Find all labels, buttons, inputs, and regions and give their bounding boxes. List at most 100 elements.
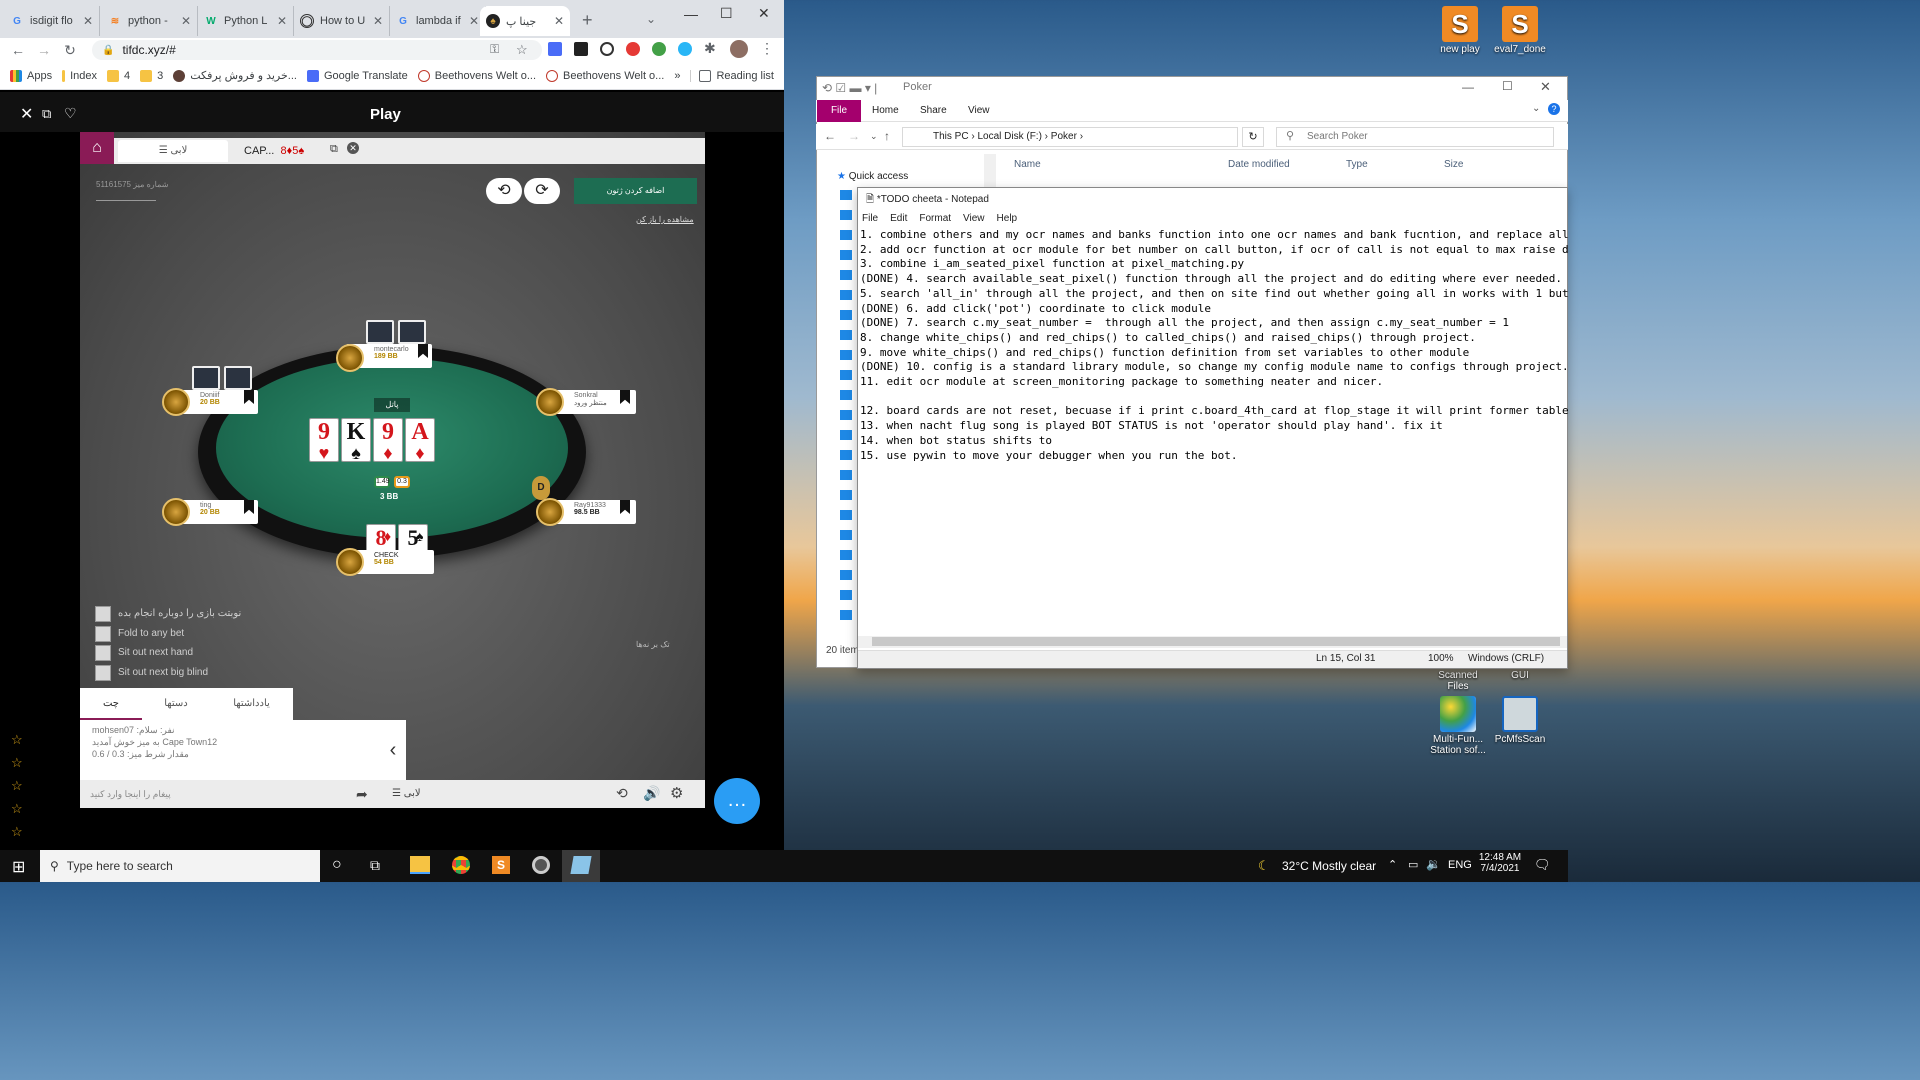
bookmark-item[interactable]: Beethovens Welt o... <box>417 69 536 82</box>
help-icon[interactable]: ? <box>1548 103 1560 115</box>
bookmark-item[interactable]: Index <box>62 69 97 82</box>
explorer-path[interactable]: This PC › Local Disk (F:) › Poker › <box>902 127 1238 147</box>
quick-access[interactable]: ★ Quick access <box>837 171 908 182</box>
ribbon-share[interactable]: Share <box>920 105 947 116</box>
column-date[interactable]: Date modified <box>1228 159 1290 170</box>
close-tab-icon[interactable]: ✕ <box>181 14 191 28</box>
chevron-up-icon[interactable]: ⌃ <box>1388 858 1397 871</box>
bookmark-item[interactable]: خرید و فروش پرفکت... <box>173 69 297 82</box>
search-input[interactable]: Search Poker <box>1276 127 1554 147</box>
extension-icon[interactable] <box>626 42 640 56</box>
browser-tab[interactable]: Glambda if ✕ <box>390 6 486 36</box>
menu-help[interactable]: Help <box>997 213 1018 224</box>
close-tab-icon[interactable]: ✕ <box>277 14 287 28</box>
clock[interactable]: 12:48 AM 7/4/2021 <box>1478 852 1522 874</box>
ribbon-home[interactable]: Home <box>872 105 899 116</box>
up-icon[interactable]: ↑ <box>884 129 890 143</box>
close-window-icon[interactable]: ✕ <box>758 5 770 22</box>
lobby-button[interactable]: ☰ لابی <box>392 788 421 799</box>
desktop-icon-gui[interactable]: GUI <box>1490 670 1550 681</box>
close-window-icon[interactable]: ✕ <box>1540 79 1551 95</box>
extension-icon[interactable] <box>678 42 692 56</box>
new-tab-icon[interactable]: + <box>582 10 593 31</box>
send-icon[interactable]: ➦ <box>356 786 368 803</box>
close-tab-icon[interactable]: ✕ <box>469 14 479 28</box>
chrome-icon[interactable] <box>452 856 470 874</box>
bookmarks-overflow[interactable]: » <box>674 70 680 82</box>
undo-icon[interactable]: ⟲ <box>486 178 522 204</box>
desktop-icon-scanned-files[interactable]: Scanned Files <box>1428 670 1488 692</box>
weather-text[interactable]: 32°C Mostly clear <box>1282 859 1376 873</box>
desktop-icon-new-play[interactable]: Snew play <box>1430 6 1490 55</box>
bookmark-apps[interactable]: Apps <box>10 69 52 82</box>
ribbon-file[interactable]: File <box>817 100 861 122</box>
maximize-icon[interactable]: ☐ <box>1502 79 1513 93</box>
weather-moon-icon[interactable]: ☾ <box>1258 858 1270 874</box>
close-tab-icon[interactable]: ✕ <box>373 14 383 28</box>
bookmark-item[interactable]: Google Translate <box>306 69 408 82</box>
collapse-chat-icon[interactable]: ‹ <box>380 720 406 780</box>
column-name[interactable]: Name <box>1014 159 1041 170</box>
star-icon[interactable]: ☆ <box>11 778 23 794</box>
star-icon[interactable]: ☆ <box>11 801 23 817</box>
taskbar-search[interactable]: ⚲ Type here to search <box>40 850 320 882</box>
windows-start-icon[interactable]: ⊞ <box>12 857 25 877</box>
settings-icon[interactable]: ⚙ <box>670 784 683 802</box>
sit-out-big-blind-checkbox[interactable] <box>95 665 111 681</box>
extension-icon[interactable] <box>652 42 666 56</box>
notepad-editor[interactable]: 1. combine others and my ocr names and b… <box>860 228 1568 636</box>
close-table-icon[interactable]: ✕ <box>347 142 359 154</box>
star-icon[interactable]: ☆ <box>11 732 23 748</box>
browser-tab[interactable]: ≋ python - ✕ <box>102 6 198 36</box>
view-link[interactable]: مشاهده را باز کن <box>636 215 694 224</box>
close-tab-icon[interactable]: ✕ <box>554 14 564 28</box>
scrollbar-thumb[interactable] <box>872 637 1560 646</box>
star-icon[interactable]: ☆ <box>11 824 23 840</box>
close-icon[interactable]: ✕ <box>20 104 33 124</box>
bookmark-item[interactable]: Beethovens Welt o... <box>546 69 664 82</box>
close-tab-icon[interactable]: ✕ <box>83 14 93 28</box>
column-type[interactable]: Type <box>1346 159 1368 170</box>
tab-notes[interactable]: یادداشتها <box>210 688 293 720</box>
task-view-icon[interactable]: ⧉ <box>370 857 380 874</box>
minimize-icon[interactable]: — <box>1462 80 1474 94</box>
auto-action-checkbox[interactable] <box>95 606 111 622</box>
sit-out-next-hand-checkbox[interactable] <box>95 645 111 661</box>
browser-tab-active[interactable]: ♠ جینا پ ✕ <box>480 6 570 36</box>
star-icon[interactable]: ☆ <box>11 755 23 771</box>
add-chips-button[interactable]: اضافه کردن ژتون <box>574 178 697 204</box>
desktop-icon-pcmfsscan[interactable]: PcMfsScan <box>1490 696 1550 745</box>
forward-icon[interactable]: → <box>848 129 860 143</box>
chevron-down-icon[interactable]: ⌄ <box>1532 103 1540 114</box>
desktop-icon-eval7[interactable]: Seval7_done <box>1490 6 1550 55</box>
file-explorer-icon[interactable] <box>410 856 430 874</box>
browser-tab[interactable]: W Python L ✕ <box>198 6 294 36</box>
menu-file[interactable]: File <box>862 213 878 224</box>
refresh-icon[interactable]: ↻ <box>1242 127 1264 147</box>
browser-tab[interactable]: ◯ How to U ✕ <box>294 6 390 36</box>
history-icon[interactable]: ⟲ <box>616 785 628 802</box>
language-indicator[interactable]: ENG <box>1448 859 1472 871</box>
menu-view[interactable]: View <box>963 213 985 224</box>
tab-search-icon[interactable]: ⌄ <box>646 12 656 26</box>
redo-icon[interactable]: ⟳ <box>524 178 560 204</box>
key-icon[interactable]: ⚿ <box>490 42 499 57</box>
column-size[interactable]: Size <box>1444 159 1463 170</box>
forward-icon[interactable]: → <box>34 41 54 59</box>
tab-lobby[interactable]: ☰ لابی <box>118 140 228 162</box>
back-icon[interactable]: ← <box>824 129 836 143</box>
extension-icon[interactable] <box>600 42 614 56</box>
chat-bubble-icon[interactable]: … <box>714 778 760 824</box>
popout-icon[interactable]: ⧉ <box>42 106 51 122</box>
reload-icon[interactable]: ↻ <box>60 41 80 59</box>
tab-chat[interactable]: چت <box>80 688 142 720</box>
minimize-icon[interactable]: — <box>684 6 698 22</box>
home-icon[interactable]: ⌂ <box>80 132 114 164</box>
chevron-down-icon[interactable]: ⌄ <box>870 131 878 142</box>
bookmark-item[interactable]: 3 <box>140 69 163 82</box>
desktop-icon-multifunction[interactable]: Multi-Fun... Station sof... <box>1428 696 1488 756</box>
volume-icon[interactable]: 🔉 <box>1426 857 1441 871</box>
app-icon[interactable] <box>532 856 550 874</box>
cortana-icon[interactable]: ○ <box>332 856 342 874</box>
popout-icon[interactable]: ⧉ <box>330 143 338 156</box>
